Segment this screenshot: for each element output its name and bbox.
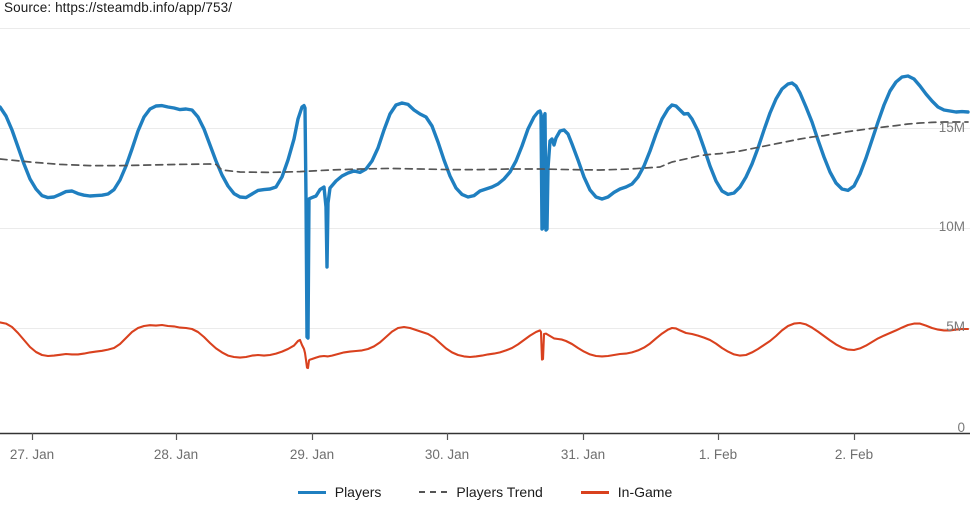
chart-canvas <box>0 28 970 440</box>
y-tick-label-0: 0 <box>957 420 965 435</box>
gridlines <box>0 28 970 329</box>
series-line-players-trend <box>0 121 969 174</box>
legend-item-players-trend[interactable]: Players Trend <box>419 484 543 500</box>
legend-label: Players <box>334 484 382 500</box>
x-tick-label-1: 28. Jan <box>153 447 199 462</box>
x-tick-label-0: 27. Jan <box>9 447 55 462</box>
legend-item-in-game[interactable]: In-Game <box>580 484 673 500</box>
x-tick-label-5: 1. Feb <box>698 447 738 462</box>
legend-label: In-Game <box>617 484 673 500</box>
x-tick-label-3: 30. Jan <box>424 447 470 462</box>
x-tick-label-6: 2. Feb <box>834 447 874 462</box>
legend-label: Players Trend <box>456 484 543 500</box>
chart-legend: Players Players Trend In-Game <box>0 484 970 500</box>
legend-item-players[interactable]: Players <box>297 484 382 500</box>
chart-plot-area <box>0 0 970 470</box>
legend-swatch-solid-icon <box>297 490 326 494</box>
series-line-in-game <box>0 321 970 370</box>
series-group <box>0 74 970 370</box>
x-tick-label-4: 31. Jan <box>560 447 606 462</box>
y-tick-label-15m: 15M <box>938 120 965 135</box>
series-line-players <box>0 74 970 340</box>
y-tick-label-10m: 10M <box>938 219 965 234</box>
legend-swatch-solid-icon <box>580 490 609 494</box>
chart-page: Source: https://steamdb.info/app/753/ 15… <box>0 0 970 509</box>
x-tick-label-2: 29. Jan <box>289 447 335 462</box>
y-tick-label-5m: 5M <box>946 319 965 334</box>
legend-swatch-dashed-icon <box>419 491 448 493</box>
